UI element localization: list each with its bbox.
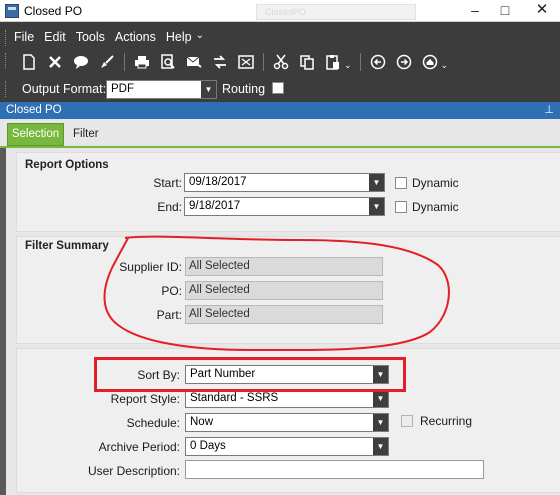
pin-icon[interactable]: ⊥: [544, 103, 554, 116]
start-label: Start:: [153, 176, 182, 190]
chevron-down-icon[interactable]: ▼: [373, 414, 388, 431]
export-icon[interactable]: [235, 51, 257, 73]
routing-checkbox[interactable]: [272, 82, 284, 94]
part-label: Part:: [156, 308, 182, 322]
start-date-value: 09/18/2017: [189, 176, 247, 188]
po-label: PO:: [161, 284, 182, 298]
chevron-down-icon[interactable]: ▼: [201, 81, 216, 98]
delete-icon[interactable]: [44, 51, 66, 73]
part-field: All Selected: [185, 305, 383, 324]
toolbar-overflow-icon[interactable]: ⌄: [344, 60, 352, 71]
minimize-button[interactable]: –: [460, 0, 490, 22]
comment-icon[interactable]: [70, 51, 92, 73]
end-date-field[interactable]: 9/18/2017 ▼: [184, 197, 385, 216]
panel-title: Closed PO: [6, 104, 62, 116]
paste-icon[interactable]: [322, 51, 344, 73]
recurring-checkbox[interactable]: [401, 415, 413, 427]
app-icon: [5, 4, 19, 18]
archive-period-value: 0 Days: [190, 440, 226, 452]
print-icon[interactable]: [131, 51, 153, 73]
supplier-id-label: Supplier ID:: [119, 260, 182, 274]
toolbar-separator: [124, 53, 125, 71]
home-icon[interactable]: [419, 51, 441, 73]
window-title-bar: Closed PO ClosedPO – □ ✕: [0, 0, 560, 22]
schedule-value: Now: [190, 416, 214, 428]
end-label: End:: [157, 200, 182, 214]
chevron-down-icon[interactable]: ▼: [369, 198, 384, 215]
routing-label: Routing: [222, 82, 266, 96]
panel-header: Closed PO ⊥: [0, 102, 560, 119]
annotation-highlight-box: [94, 357, 406, 392]
forward-icon[interactable]: [393, 51, 415, 73]
menu-overflow-icon[interactable]: ⌄: [196, 30, 204, 46]
supplier-id-field: All Selected: [185, 257, 383, 276]
transfer-icon[interactable]: [209, 51, 231, 73]
menu-actions[interactable]: Actions: [115, 30, 156, 46]
menu-help[interactable]: Help: [166, 30, 192, 46]
end-dynamic-checkbox[interactable]: [395, 201, 407, 213]
tab-selection[interactable]: Selection: [7, 123, 64, 146]
archive-period-label: Archive Period:: [98, 440, 180, 454]
archive-period-select[interactable]: 0 Days ▼: [185, 437, 389, 456]
end-date-value: 9/18/2017: [189, 200, 241, 212]
cut-icon[interactable]: [270, 51, 292, 73]
main-toolbar: ⌄ ⌄: [18, 51, 454, 73]
recurring-label: Recurring: [420, 414, 473, 428]
report-options-group: Report Options: [16, 152, 560, 232]
clear-icon[interactable]: [96, 51, 118, 73]
chevron-down-icon[interactable]: ▼: [369, 174, 384, 191]
tab-strip: Selection Filter: [0, 119, 560, 148]
window-title: Closed PO: [24, 4, 83, 18]
start-dynamic-checkbox[interactable]: [395, 177, 407, 189]
back-icon[interactable]: [367, 51, 389, 73]
background-window-tab[interactable]: ClosedPO: [256, 4, 416, 20]
output-format-label: Output Format:: [22, 82, 107, 96]
po-field: All Selected: [185, 281, 383, 300]
menu-edit[interactable]: Edit: [44, 30, 66, 46]
chevron-down-icon[interactable]: ▼: [373, 390, 388, 407]
schedule-label: Schedule:: [126, 416, 180, 430]
toolbar-grip: [5, 53, 8, 69]
menu-grip: [5, 30, 8, 46]
toolbar-separator: [263, 53, 264, 71]
report-options-title: Report Options: [25, 159, 109, 171]
tab-filter[interactable]: Filter: [73, 128, 99, 140]
end-dynamic-label: Dynamic: [412, 200, 459, 214]
chevron-down-icon[interactable]: ▼: [373, 438, 388, 455]
user-description-label: User Description:: [87, 464, 180, 478]
menu-tools[interactable]: Tools: [76, 30, 105, 46]
send-icon[interactable]: [183, 51, 205, 73]
start-date-field[interactable]: 09/18/2017 ▼: [184, 173, 385, 192]
new-icon[interactable]: [18, 51, 40, 73]
report-style-value: Standard - SSRS: [190, 392, 279, 404]
schedule-select[interactable]: Now ▼: [185, 413, 389, 432]
filter-summary-title: Filter Summary: [25, 240, 109, 252]
copy-icon[interactable]: [296, 51, 318, 73]
maximize-button[interactable]: □: [490, 0, 520, 22]
menu-file[interactable]: File: [14, 30, 34, 46]
output-format-select[interactable]: PDF ▼: [106, 80, 217, 99]
format-bar-grip: [5, 81, 8, 97]
output-format-value: PDF: [111, 83, 134, 95]
report-style-label: Report Style:: [110, 392, 180, 406]
start-dynamic-label: Dynamic: [412, 176, 459, 190]
close-button[interactable]: ✕: [524, 0, 560, 22]
print-preview-icon[interactable]: [157, 51, 179, 73]
user-description-input[interactable]: [185, 460, 484, 479]
nav-overflow-icon[interactable]: ⌄: [441, 60, 449, 71]
toolbar-separator: [359, 53, 361, 71]
menu-bar: File Edit Tools Actions Help ⌄: [14, 30, 214, 46]
